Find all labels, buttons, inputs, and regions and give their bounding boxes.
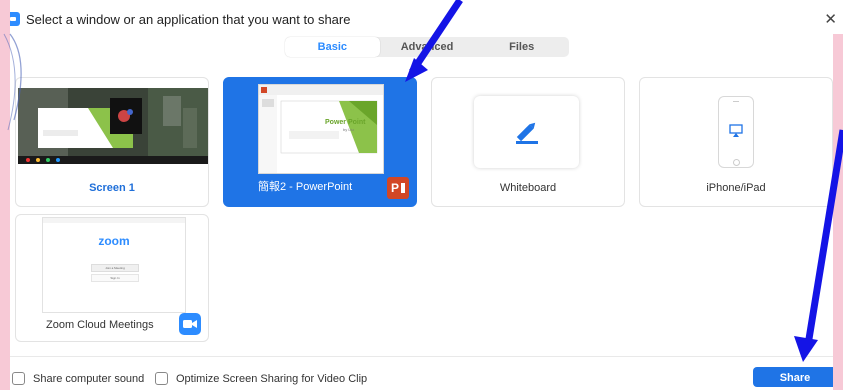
pen-icon — [516, 122, 538, 144]
optimize-checkbox-box[interactable] — [155, 372, 168, 385]
share-option-zoom-cloud-meetings[interactable]: zoom Join a Meeting Sign In Zoom Cloud M… — [15, 214, 209, 342]
tab-basic[interactable]: Basic — [285, 37, 380, 57]
share-option-powerpoint[interactable]: Power Point by Liu 簡報2 - PowerPoint P — [223, 77, 417, 207]
optimize-video-checkbox[interactable]: Optimize Screen Sharing for Video Clip — [155, 372, 367, 385]
tab-advanced[interactable]: Advanced — [380, 37, 475, 57]
share-sound-label: Share computer sound — [33, 372, 145, 385]
whiteboard-label: Whiteboard — [499, 182, 557, 194]
screen-1-thumbnail — [18, 88, 208, 164]
zoom-thumb-join: Join a Meeting — [91, 264, 139, 272]
zoom-video-icon — [179, 313, 201, 335]
zoom-thumbnail: zoom Join a Meeting Sign In — [42, 217, 186, 313]
close-icon[interactable]: ✕ — [824, 10, 837, 28]
zoom-app-icon — [6, 12, 20, 26]
title-bar: Select a window or an application that y… — [0, 0, 843, 34]
powerpoint-thumbnail: Power Point by Liu — [258, 84, 384, 174]
airplay-icon — [729, 124, 743, 137]
share-computer-sound-checkbox[interactable]: Share computer sound — [12, 372, 144, 385]
whiteboard-thumbnail — [474, 96, 579, 168]
screen-1-label: Screen 1 — [89, 182, 135, 194]
share-screen-window: Select a window or an application that y… — [0, 0, 843, 390]
powerpoint-thumb-subtitle: by Liu — [343, 127, 354, 132]
powerpoint-app-icon: P — [387, 177, 409, 199]
tab-bar: Basic Advanced Files — [285, 37, 569, 57]
tab-files[interactable]: Files — [474, 37, 569, 57]
share-sound-checkbox-box[interactable] — [12, 372, 25, 385]
iphone-ipad-label: iPhone/iPad — [706, 182, 766, 194]
powerpoint-preview-image — [259, 85, 383, 173]
share-option-screen-1[interactable]: Screen 1 — [15, 77, 209, 207]
zoom-thumb-signin: Sign In — [91, 274, 139, 282]
optimize-label: Optimize Screen Sharing for Video Clip — [176, 372, 368, 385]
iphone-thumbnail — [718, 96, 754, 168]
window-title: Select a window or an application that y… — [26, 12, 351, 27]
powerpoint-thumb-title: Power Point — [325, 119, 366, 126]
footer-bar: Share computer sound Optimize Screen Sha… — [0, 356, 843, 390]
share-button[interactable]: Share — [753, 367, 837, 387]
desktop-preview-image — [18, 88, 208, 164]
share-option-iphone-ipad[interactable]: iPhone/iPad — [639, 77, 833, 207]
share-option-whiteboard[interactable]: Whiteboard — [431, 77, 625, 207]
zoom-thumb-logo: zoom — [98, 234, 130, 248]
